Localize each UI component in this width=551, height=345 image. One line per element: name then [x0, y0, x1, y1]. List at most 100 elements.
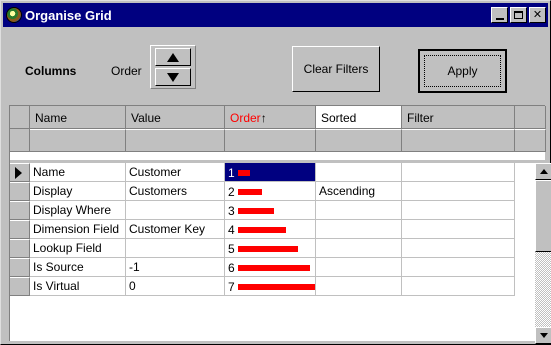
arrow-up-icon [167, 52, 179, 62]
scroll-up-icon [539, 169, 548, 174]
value-cell[interactable]: 0 [126, 277, 225, 296]
sorted-cell[interactable] [316, 163, 402, 182]
order-cell[interactable]: 5 [225, 239, 316, 258]
order-bar [237, 189, 262, 195]
value-cell[interactable] [126, 201, 225, 220]
columns-label: Columns [25, 64, 77, 78]
minimize-button[interactable] [491, 7, 508, 23]
order-cell[interactable]: 6 [225, 258, 316, 277]
order-bar [237, 284, 315, 290]
filter-filter-cell[interactable] [402, 129, 515, 152]
header-name[interactable]: Name [30, 106, 126, 129]
focus-rectangle [424, 55, 501, 87]
row-selector[interactable] [10, 220, 30, 239]
table-row[interactable]: Display Customers 2 Ascending [10, 182, 546, 201]
order-bar [237, 208, 274, 214]
row-selector[interactable] [10, 163, 30, 182]
row-selector[interactable] [10, 277, 30, 296]
table-row[interactable]: Is Source -1 6 [10, 258, 546, 277]
filter-cell[interactable] [402, 258, 515, 277]
window-title: Organise Grid [25, 7, 112, 23]
filter-header-row [10, 129, 546, 152]
organise-grid-window: Organise Grid ✕ Columns Order Clear Filt… [0, 0, 551, 345]
filter-cell[interactable] [402, 182, 515, 201]
sorted-cell[interactable] [316, 239, 402, 258]
value-cell[interactable]: Customers [126, 182, 225, 201]
vertical-scrollbar[interactable] [535, 163, 551, 344]
order-down-button[interactable] [155, 68, 191, 86]
sorted-cell[interactable] [316, 277, 402, 296]
table-row[interactable]: Lookup Field 5 [10, 239, 546, 258]
header-extra [515, 106, 546, 129]
filter-name-cell[interactable] [30, 129, 126, 152]
filter-cell[interactable] [402, 277, 515, 296]
table-row[interactable]: Name Customer 1 [10, 163, 546, 182]
order-bar [237, 246, 298, 252]
filter-corner [10, 129, 30, 152]
filter-cell[interactable] [402, 201, 515, 220]
sorted-cell[interactable] [316, 201, 402, 220]
order-number: 3 [228, 204, 235, 218]
name-cell[interactable]: Display [30, 182, 126, 201]
value-cell[interactable]: -1 [126, 258, 225, 277]
value-cell[interactable] [126, 239, 225, 258]
header-corner [10, 106, 30, 129]
close-button[interactable]: ✕ [529, 7, 546, 23]
row-selector[interactable] [10, 239, 30, 258]
value-cell[interactable]: Customer [126, 163, 225, 182]
clear-filters-button[interactable]: Clear Filters [292, 46, 380, 92]
close-icon: ✕ [532, 8, 543, 21]
order-number: 5 [228, 242, 235, 256]
name-cell[interactable]: Name [30, 163, 126, 182]
order-spinner [150, 45, 196, 89]
filter-sorted-cell[interactable] [316, 129, 402, 152]
table-row[interactable]: Dimension Field Customer Key 4 [10, 220, 546, 239]
value-cell[interactable]: Customer Key [126, 220, 225, 239]
order-cell[interactable]: 4 [225, 220, 316, 239]
header-order[interactable]: Order↑ [225, 106, 316, 129]
order-bar [237, 170, 250, 176]
name-cell[interactable]: Lookup Field [30, 239, 126, 258]
filter-order-cell[interactable] [225, 129, 316, 152]
header-order-label: Order [230, 111, 261, 125]
title-bar[interactable]: Organise Grid ✕ [3, 3, 548, 27]
columns-grid[interactable]: Name Value Order↑ Sorted Filter Name Cust… [9, 105, 551, 344]
header-sorted[interactable]: Sorted [316, 106, 402, 129]
filter-value-cell[interactable] [126, 129, 225, 152]
header-value[interactable]: Value [126, 106, 225, 129]
name-cell[interactable]: Is Virtual [30, 277, 126, 296]
header-filter[interactable]: Filter [402, 106, 515, 129]
order-label: Order [111, 64, 142, 78]
row-selector[interactable] [10, 182, 30, 201]
name-cell[interactable]: Dimension Field [30, 220, 126, 239]
name-cell[interactable]: Display Where [30, 201, 126, 220]
sort-ascending-icon: ↑ [260, 111, 267, 125]
table-row[interactable]: Display Where 3 [10, 201, 546, 220]
row-selector[interactable] [10, 258, 30, 277]
name-cell[interactable]: Is Source [30, 258, 126, 277]
scroll-thumb[interactable] [535, 180, 551, 252]
order-cell[interactable]: 1 [225, 163, 316, 182]
filter-cell[interactable] [402, 220, 515, 239]
row-selector[interactable] [10, 201, 30, 220]
scroll-up-button[interactable] [535, 163, 551, 180]
filter-extra-cell [515, 129, 546, 152]
sorted-cell[interactable] [316, 220, 402, 239]
maximize-button[interactable] [510, 7, 527, 23]
sorted-cell[interactable]: Ascending [316, 182, 402, 201]
order-cell[interactable]: 7 [225, 277, 316, 296]
scroll-down-button[interactable] [535, 327, 551, 344]
apply-button[interactable]: Apply [418, 49, 507, 93]
sorted-cell[interactable] [316, 258, 402, 277]
order-cell[interactable]: 3 [225, 201, 316, 220]
order-cell[interactable]: 2 [225, 182, 316, 201]
order-number: 6 [228, 261, 235, 275]
filter-cell[interactable] [402, 163, 515, 182]
table-row[interactable]: Is Virtual 0 7 [10, 277, 546, 296]
current-row-arrow-icon [15, 167, 22, 179]
header-row: Name Value Order↑ Sorted Filter [10, 106, 546, 129]
order-up-button[interactable] [155, 48, 191, 66]
filter-cell[interactable] [402, 239, 515, 258]
arrow-down-icon [167, 72, 179, 82]
order-bar [237, 227, 286, 233]
